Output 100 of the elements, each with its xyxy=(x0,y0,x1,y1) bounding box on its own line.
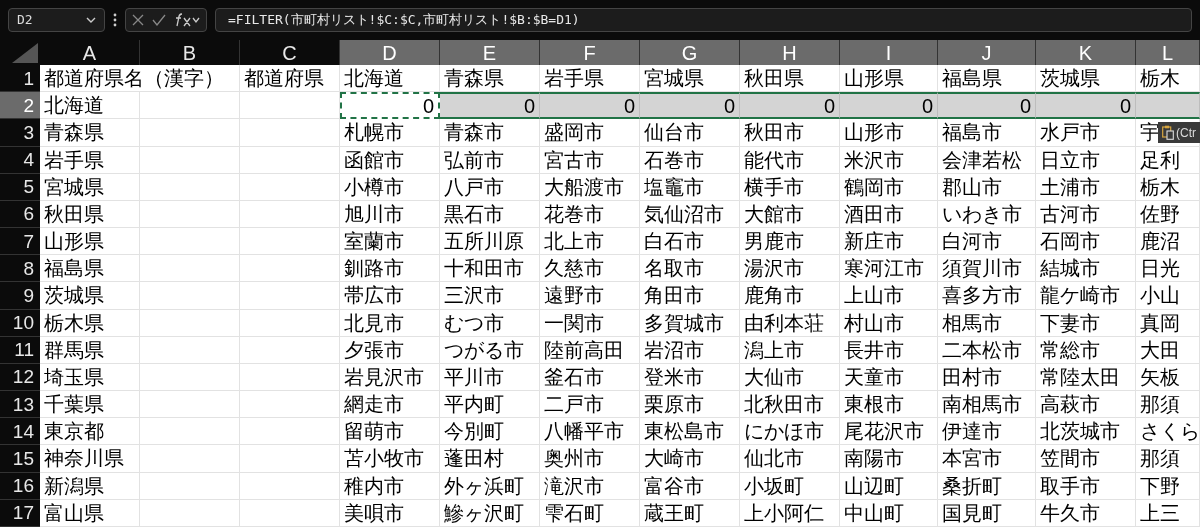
spreadsheet-cell[interactable]: 田村市 xyxy=(938,363,1036,392)
spreadsheet-cell[interactable]: 白河市 xyxy=(938,228,1036,256)
spreadsheet-cell[interactable]: 高萩市 xyxy=(1036,391,1136,419)
spreadsheet-cell[interactable]: 長井市 xyxy=(840,336,938,364)
spreadsheet-cell[interactable]: 上三 xyxy=(1136,499,1200,527)
spreadsheet-cell[interactable]: 横手市 xyxy=(740,173,840,201)
spreadsheet-cell[interactable]: 留萌市 xyxy=(340,418,440,446)
row-header[interactable]: 16 xyxy=(0,472,40,500)
spreadsheet-cell[interactable]: 須賀川市 xyxy=(938,255,1036,283)
spreadsheet-cell[interactable]: 新潟県 xyxy=(40,472,140,500)
row-header[interactable]: 10 xyxy=(0,309,40,337)
checkmark-icon[interactable] xyxy=(152,14,166,26)
spreadsheet-cell[interactable]: 潟上市 xyxy=(740,336,840,364)
spreadsheet-cell[interactable]: 北茨城市 xyxy=(1036,418,1136,446)
spreadsheet-cell[interactable]: にかほ市 xyxy=(740,418,840,446)
spreadsheet-cell[interactable]: 岩手県 xyxy=(40,146,140,174)
spreadsheet-cell[interactable]: 本宮市 xyxy=(938,445,1036,473)
spreadsheet-cell[interactable]: 新庄市 xyxy=(840,228,938,256)
spreadsheet-cell[interactable]: 村山市 xyxy=(840,309,938,337)
spreadsheet-cell[interactable]: 栃木県 xyxy=(40,309,140,337)
spreadsheet-cell[interactable]: 石岡市 xyxy=(1036,228,1136,256)
spreadsheet-cell[interactable]: 寒河江市 xyxy=(840,255,938,283)
spreadsheet-cell[interactable]: 仙北市 xyxy=(740,445,840,473)
column-header[interactable]: H xyxy=(740,40,840,65)
spreadsheet-cell[interactable]: 相馬市 xyxy=(938,309,1036,337)
column-header[interactable]: K xyxy=(1036,40,1136,65)
spreadsheet-cell[interactable]: 奥州市 xyxy=(540,445,640,473)
spreadsheet-cell[interactable]: 宮城県 xyxy=(40,173,140,201)
spreadsheet-cell[interactable]: 五所川原 xyxy=(440,228,540,256)
spreadsheet-cell[interactable]: 小樽市 xyxy=(340,173,440,201)
spreadsheet-cell[interactable]: 0 xyxy=(1036,92,1136,120)
spreadsheet-cell[interactable]: 上山市 xyxy=(840,282,938,310)
row-header[interactable]: 9 xyxy=(0,282,40,310)
spreadsheet-cell[interactable]: 雫石町 xyxy=(540,499,640,527)
spreadsheet-cell[interactable]: 佐野 xyxy=(1136,200,1200,229)
row-header[interactable]: 17 xyxy=(0,499,40,527)
spreadsheet-cell[interactable]: 東根市 xyxy=(840,391,938,419)
spreadsheet-cell[interactable]: 遠野市 xyxy=(540,282,640,310)
spreadsheet-cell[interactable]: 旭川市 xyxy=(340,200,440,229)
spreadsheet-cell[interactable]: むつ市 xyxy=(440,309,540,337)
spreadsheet-cell[interactable]: 日光 xyxy=(1136,255,1200,283)
column-header[interactable]: I xyxy=(840,40,938,65)
spreadsheet-cell[interactable]: 夕張市 xyxy=(340,336,440,364)
row-header[interactable]: 7 xyxy=(0,228,40,256)
spreadsheet-cell[interactable]: 0 xyxy=(640,92,740,120)
spreadsheet-cell[interactable]: 0 xyxy=(340,92,440,120)
spreadsheet-cell[interactable]: 湯沢市 xyxy=(740,255,840,283)
row-header[interactable]: 15 xyxy=(0,445,40,473)
spreadsheet-cell[interactable]: 群馬県 xyxy=(40,336,140,364)
row-header[interactable]: 14 xyxy=(0,418,40,446)
spreadsheet-cell[interactable]: 大船渡市 xyxy=(540,173,640,201)
insert-function-icon[interactable] xyxy=(174,13,200,27)
spreadsheet-cell[interactable]: 鹿角市 xyxy=(740,282,840,310)
spreadsheet-cell[interactable]: 蓬田村 xyxy=(440,445,540,473)
spreadsheet-cell[interactable]: 埼玉県 xyxy=(40,363,140,392)
spreadsheet-cell[interactable]: 0 xyxy=(938,92,1036,120)
spreadsheet-cell[interactable]: 伊達市 xyxy=(938,418,1036,446)
formula-field[interactable]: =FILTER(市町村リスト!$C:$C,市町村リスト!$B:$B=D1) xyxy=(215,8,1192,32)
row-header[interactable]: 1 xyxy=(0,65,40,93)
spreadsheet-cell[interactable]: 栃木 xyxy=(1136,173,1200,201)
spreadsheet-cell[interactable]: 多賀城市 xyxy=(640,309,740,337)
spreadsheet-cell[interactable]: 桑折町 xyxy=(938,472,1036,500)
row-header[interactable]: 3 xyxy=(0,119,40,147)
spreadsheet-cell[interactable]: 常陸太田 xyxy=(1036,363,1136,392)
spreadsheet-cell[interactable]: 常総市 xyxy=(1036,336,1136,364)
spreadsheet-cell[interactable]: 北見市 xyxy=(340,309,440,337)
column-header[interactable]: G xyxy=(640,40,740,65)
spreadsheet-cell[interactable]: 岩沼市 xyxy=(640,336,740,364)
name-box[interactable]: D2 xyxy=(8,8,105,32)
spreadsheet-cell[interactable]: 十和田市 xyxy=(440,255,540,283)
spreadsheet-cell[interactable]: 0 xyxy=(840,92,938,120)
spreadsheet-cell[interactable]: 会津若松 xyxy=(938,146,1036,174)
spreadsheet-cell[interactable]: 今別町 xyxy=(440,418,540,446)
spreadsheet-cell[interactable]: 久慈市 xyxy=(540,255,640,283)
spreadsheet-cell[interactable]: 取手市 xyxy=(1036,472,1136,500)
spreadsheet-cell[interactable]: 下野 xyxy=(1136,472,1200,500)
spreadsheet-cell[interactable]: 山形県 xyxy=(40,228,140,256)
column-header[interactable]: E xyxy=(440,40,540,65)
spreadsheet-cell[interactable]: 0 xyxy=(540,92,640,120)
spreadsheet-cell[interactable]: 二戸市 xyxy=(540,391,640,419)
row-header[interactable]: 6 xyxy=(0,200,40,229)
spreadsheet-cell[interactable]: 富山県 xyxy=(40,499,140,527)
spreadsheet-cell[interactable]: 大館市 xyxy=(740,200,840,229)
spreadsheet-cell[interactable]: 名取市 xyxy=(640,255,740,283)
spreadsheet-cell[interactable]: 龍ケ崎市 xyxy=(1036,282,1136,310)
spreadsheet-cell[interactable]: 足利 xyxy=(1136,146,1200,174)
spreadsheet-cell[interactable]: 真岡 xyxy=(1136,309,1200,337)
spreadsheet-cell[interactable]: 富谷市 xyxy=(640,472,740,500)
spreadsheet-cell[interactable]: 花巻市 xyxy=(540,200,640,229)
spreadsheet-cell[interactable]: 帯広市 xyxy=(340,282,440,310)
spreadsheet-cell[interactable]: いわき市 xyxy=(938,200,1036,229)
spreadsheet-cell[interactable]: 稚内市 xyxy=(340,472,440,500)
spreadsheet-cell[interactable]: 茨城県 xyxy=(40,282,140,310)
spreadsheet-cell[interactable]: 喜多方市 xyxy=(938,282,1036,310)
spreadsheet-cell[interactable]: 白石市 xyxy=(640,228,740,256)
spreadsheet-cell[interactable]: 郡山市 xyxy=(938,173,1036,201)
spreadsheet-cell[interactable]: 東京都 xyxy=(40,418,140,446)
spreadsheet-cell[interactable]: 上小阿仁 xyxy=(740,499,840,527)
spreadsheet-cell[interactable]: 山形市 xyxy=(840,119,938,147)
spreadsheet-cell[interactable]: 一関市 xyxy=(540,309,640,337)
